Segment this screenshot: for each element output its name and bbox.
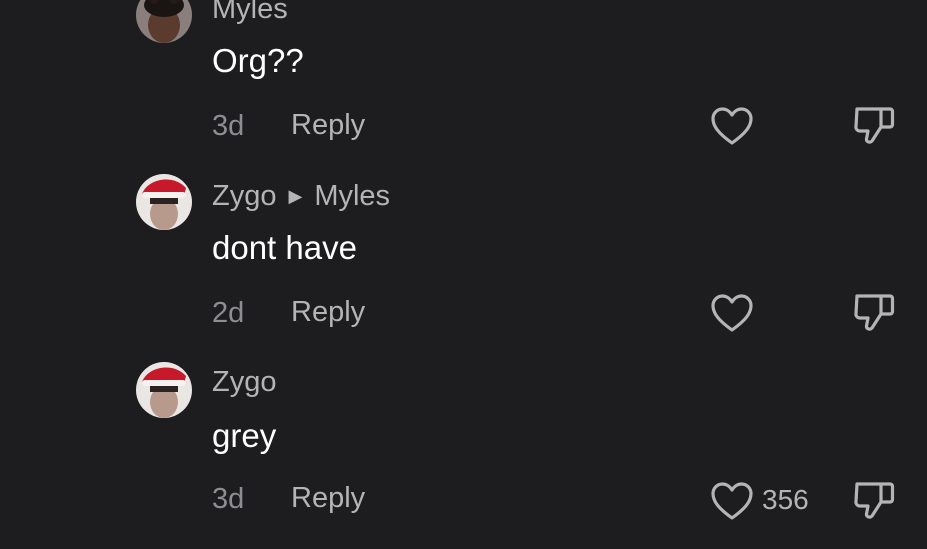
comment-item: Myles Org?? 3d Reply <box>0 0 927 174</box>
comment-header: Zygo ▶ Myles <box>212 180 390 213</box>
avatar[interactable] <box>136 362 192 418</box>
like-button[interactable] <box>710 105 754 147</box>
comment-time: 2d <box>212 297 245 329</box>
heart-outline-icon <box>711 107 753 145</box>
dislike-button[interactable] <box>851 103 897 147</box>
author-name[interactable]: Zygo <box>212 366 276 399</box>
caret-right-icon: ▶ <box>288 186 303 206</box>
comment-text: Org?? <box>212 42 304 79</box>
avatar[interactable] <box>136 0 192 43</box>
author-name[interactable]: Zygo <box>212 180 276 213</box>
comment-header: Zygo <box>212 366 276 399</box>
avatar[interactable] <box>136 174 192 230</box>
like-button[interactable] <box>710 480 754 522</box>
reply-button[interactable]: Reply <box>291 296 365 329</box>
reply-button[interactable]: Reply <box>291 109 365 142</box>
comment-text: dont have <box>212 229 357 266</box>
like-count: 356 <box>762 484 809 515</box>
thumbs-down-outline-icon <box>854 107 895 144</box>
comment-text: grey <box>212 417 277 454</box>
dislike-button[interactable] <box>851 290 897 334</box>
reply-button[interactable]: Reply <box>291 482 365 515</box>
comment-item: Zygo ▶ Myles dont have 2d Reply <box>0 174 927 361</box>
comment-item: Zygo grey 3d Reply 356 <box>0 362 927 549</box>
comment-time: 3d <box>212 110 245 142</box>
reply-to-name[interactable]: Myles <box>314 180 390 213</box>
thumbs-down-outline-icon <box>854 482 895 519</box>
dislike-button[interactable] <box>851 478 897 522</box>
heart-outline-icon <box>711 482 753 520</box>
comment-header: Myles <box>212 0 288 26</box>
like-button[interactable] <box>710 292 754 334</box>
thumbs-down-outline-icon <box>854 294 895 331</box>
author-name[interactable]: Myles <box>212 0 288 26</box>
heart-outline-icon <box>711 294 753 332</box>
